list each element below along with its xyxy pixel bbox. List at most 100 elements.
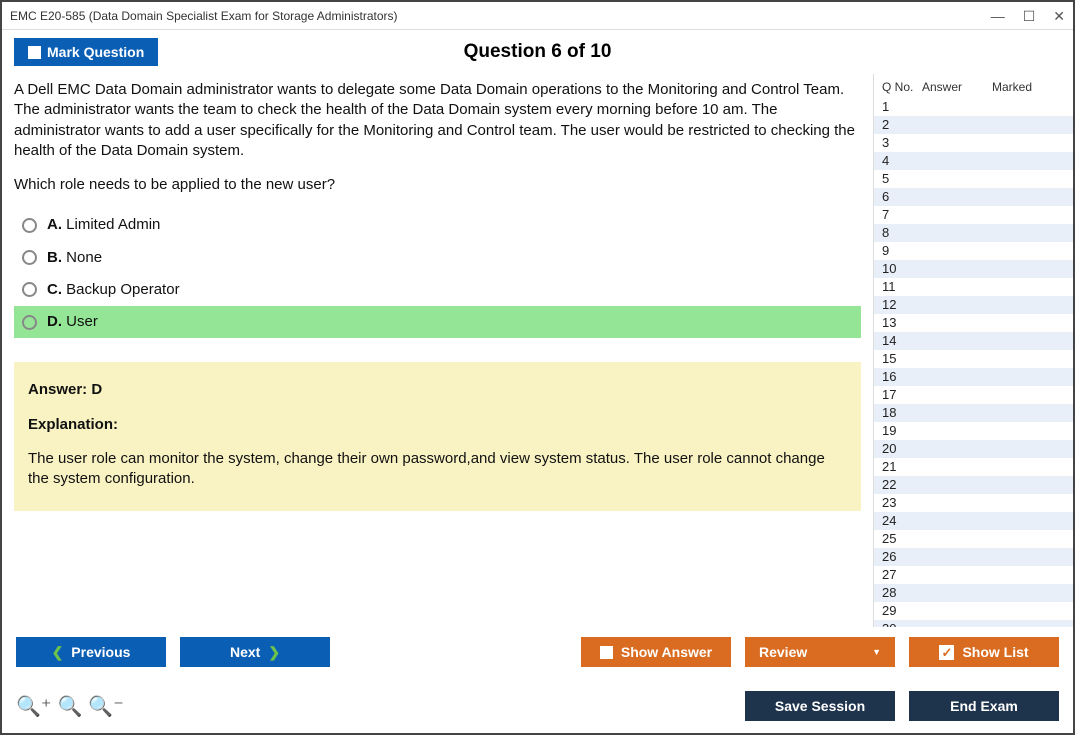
row-qno: 24 xyxy=(882,513,922,529)
sidebar-row[interactable]: 4 xyxy=(874,152,1073,170)
save-session-button[interactable]: Save Session xyxy=(745,691,895,721)
row-qno: 23 xyxy=(882,495,922,511)
sidebar-row[interactable]: 2 xyxy=(874,116,1073,134)
sidebar-row[interactable]: 30 xyxy=(874,620,1073,627)
option-b[interactable]: B. None xyxy=(14,242,861,274)
row-qno: 25 xyxy=(882,531,922,547)
show-answer-button[interactable]: Show Answer xyxy=(581,637,731,667)
show-list-button[interactable]: ✓ Show List xyxy=(909,637,1059,667)
sidebar-row[interactable]: 12 xyxy=(874,296,1073,314)
row-qno: 15 xyxy=(882,351,922,367)
sidebar-row[interactable]: 9 xyxy=(874,242,1073,260)
sidebar-row[interactable]: 25 xyxy=(874,530,1073,548)
row-qno: 29 xyxy=(882,603,922,619)
sidebar-row[interactable]: 27 xyxy=(874,566,1073,584)
sidebar-row[interactable]: 20 xyxy=(874,440,1073,458)
sidebar-header: Q No. Answer Marked xyxy=(874,74,1073,98)
row-qno: 10 xyxy=(882,261,922,277)
row-qno: 5 xyxy=(882,171,922,187)
row-qno: 16 xyxy=(882,369,922,385)
titlebar: EMC E20-585 (Data Domain Specialist Exam… xyxy=(2,2,1073,30)
explanation-label: Explanation: xyxy=(28,415,847,435)
chevron-left-icon: ❮ xyxy=(52,644,64,661)
window-controls: — ☐ ✕ xyxy=(991,9,1065,23)
option-label: B. None xyxy=(47,248,102,268)
option-label: D. User xyxy=(47,312,98,332)
review-dropdown[interactable]: Review ▼ xyxy=(745,637,895,667)
window-title: EMC E20-585 (Data Domain Specialist Exam… xyxy=(10,9,398,23)
sidebar-row[interactable]: 18 xyxy=(874,404,1073,422)
checkmark-icon: ✓ xyxy=(939,645,954,660)
sidebar-row[interactable]: 5 xyxy=(874,170,1073,188)
previous-button[interactable]: ❮ Previous xyxy=(16,637,166,667)
mark-question-label: Mark Question xyxy=(47,44,144,60)
row-qno: 28 xyxy=(882,585,922,601)
sidebar-row[interactable]: 24 xyxy=(874,512,1073,530)
end-exam-button[interactable]: End Exam xyxy=(909,691,1059,721)
sidebar-row[interactable]: 10 xyxy=(874,260,1073,278)
question-paragraph-1: A Dell EMC Data Domain administrator wan… xyxy=(14,80,861,161)
option-d[interactable]: D. User xyxy=(14,306,861,338)
radio-icon xyxy=(22,315,37,330)
sidebar-row[interactable]: 13 xyxy=(874,314,1073,332)
radio-icon xyxy=(22,250,37,265)
options-list: A. Limited Admin B. None C. Backup Operato… xyxy=(14,209,861,338)
sidebar-row[interactable]: 23 xyxy=(874,494,1073,512)
col-qno: Q No. xyxy=(882,80,922,94)
option-c[interactable]: C. Backup Operator xyxy=(14,274,861,306)
row-qno: 4 xyxy=(882,153,922,169)
sidebar-row[interactable]: 22 xyxy=(874,476,1073,494)
minimize-icon[interactable]: — xyxy=(991,9,1005,23)
close-icon[interactable]: ✕ xyxy=(1053,9,1065,23)
row-qno: 18 xyxy=(882,405,922,421)
question-panel: A Dell EMC Data Domain administrator wan… xyxy=(2,74,873,627)
row-qno: 13 xyxy=(882,315,922,331)
review-label: Review xyxy=(759,644,807,660)
sidebar-row[interactable]: 6 xyxy=(874,188,1073,206)
sidebar-row[interactable]: 17 xyxy=(874,386,1073,404)
sidebar-row[interactable]: 3 xyxy=(874,134,1073,152)
question-heading: Question 6 of 10 xyxy=(2,41,1073,63)
answer-label: Answer: D xyxy=(28,380,847,400)
zoom-controls: 🔍⁺ 🔍 🔍⁻ xyxy=(16,694,124,719)
show-answer-label: Show Answer xyxy=(621,644,712,660)
sidebar-row[interactable]: 7 xyxy=(874,206,1073,224)
radio-icon xyxy=(22,282,37,297)
row-qno: 12 xyxy=(882,297,922,313)
sidebar-row[interactable]: 21 xyxy=(874,458,1073,476)
zoom-in-icon[interactable]: 🔍⁺ xyxy=(16,694,51,719)
sidebar-row[interactable]: 15 xyxy=(874,350,1073,368)
sidebar-row[interactable]: 8 xyxy=(874,224,1073,242)
sidebar-row[interactable]: 19 xyxy=(874,422,1073,440)
app-window: EMC E20-585 (Data Domain Specialist Exam… xyxy=(0,0,1075,735)
sidebar-row[interactable]: 1 xyxy=(874,98,1073,116)
row-qno: 27 xyxy=(882,567,922,583)
zoom-out-icon[interactable]: 🔍⁻ xyxy=(88,694,123,719)
zoom-reset-icon[interactable]: 🔍 xyxy=(57,694,82,719)
previous-label: Previous xyxy=(71,644,130,660)
row-qno: 22 xyxy=(882,477,922,493)
sidebar-rows[interactable]: 1234567891011121314151617181920212223242… xyxy=(874,98,1073,627)
triangle-down-icon: ▼ xyxy=(872,647,881,657)
checkbox-icon xyxy=(600,646,613,659)
row-qno: 11 xyxy=(882,279,922,295)
footer: ❮ Previous Next ❯ Show Answer Review ▼ ✓… xyxy=(2,627,1073,733)
question-list-sidebar: Q No. Answer Marked 12345678910111213141… xyxy=(873,74,1073,627)
row-qno: 19 xyxy=(882,423,922,439)
sidebar-row[interactable]: 26 xyxy=(874,548,1073,566)
row-qno: 6 xyxy=(882,189,922,205)
next-button[interactable]: Next ❯ xyxy=(180,637,330,667)
sidebar-row[interactable]: 14 xyxy=(874,332,1073,350)
row-qno: 3 xyxy=(882,135,922,151)
sidebar-row[interactable]: 29 xyxy=(874,602,1073,620)
option-label: C. Backup Operator xyxy=(47,280,180,300)
checkbox-icon xyxy=(28,46,41,59)
sidebar-row[interactable]: 28 xyxy=(874,584,1073,602)
option-a[interactable]: A. Limited Admin xyxy=(14,209,861,241)
end-exam-label: End Exam xyxy=(950,698,1018,714)
mark-question-button[interactable]: Mark Question xyxy=(14,38,158,66)
maximize-icon[interactable]: ☐ xyxy=(1023,9,1036,23)
col-marked: Marked xyxy=(992,80,1069,94)
sidebar-row[interactable]: 11 xyxy=(874,278,1073,296)
sidebar-row[interactable]: 16 xyxy=(874,368,1073,386)
